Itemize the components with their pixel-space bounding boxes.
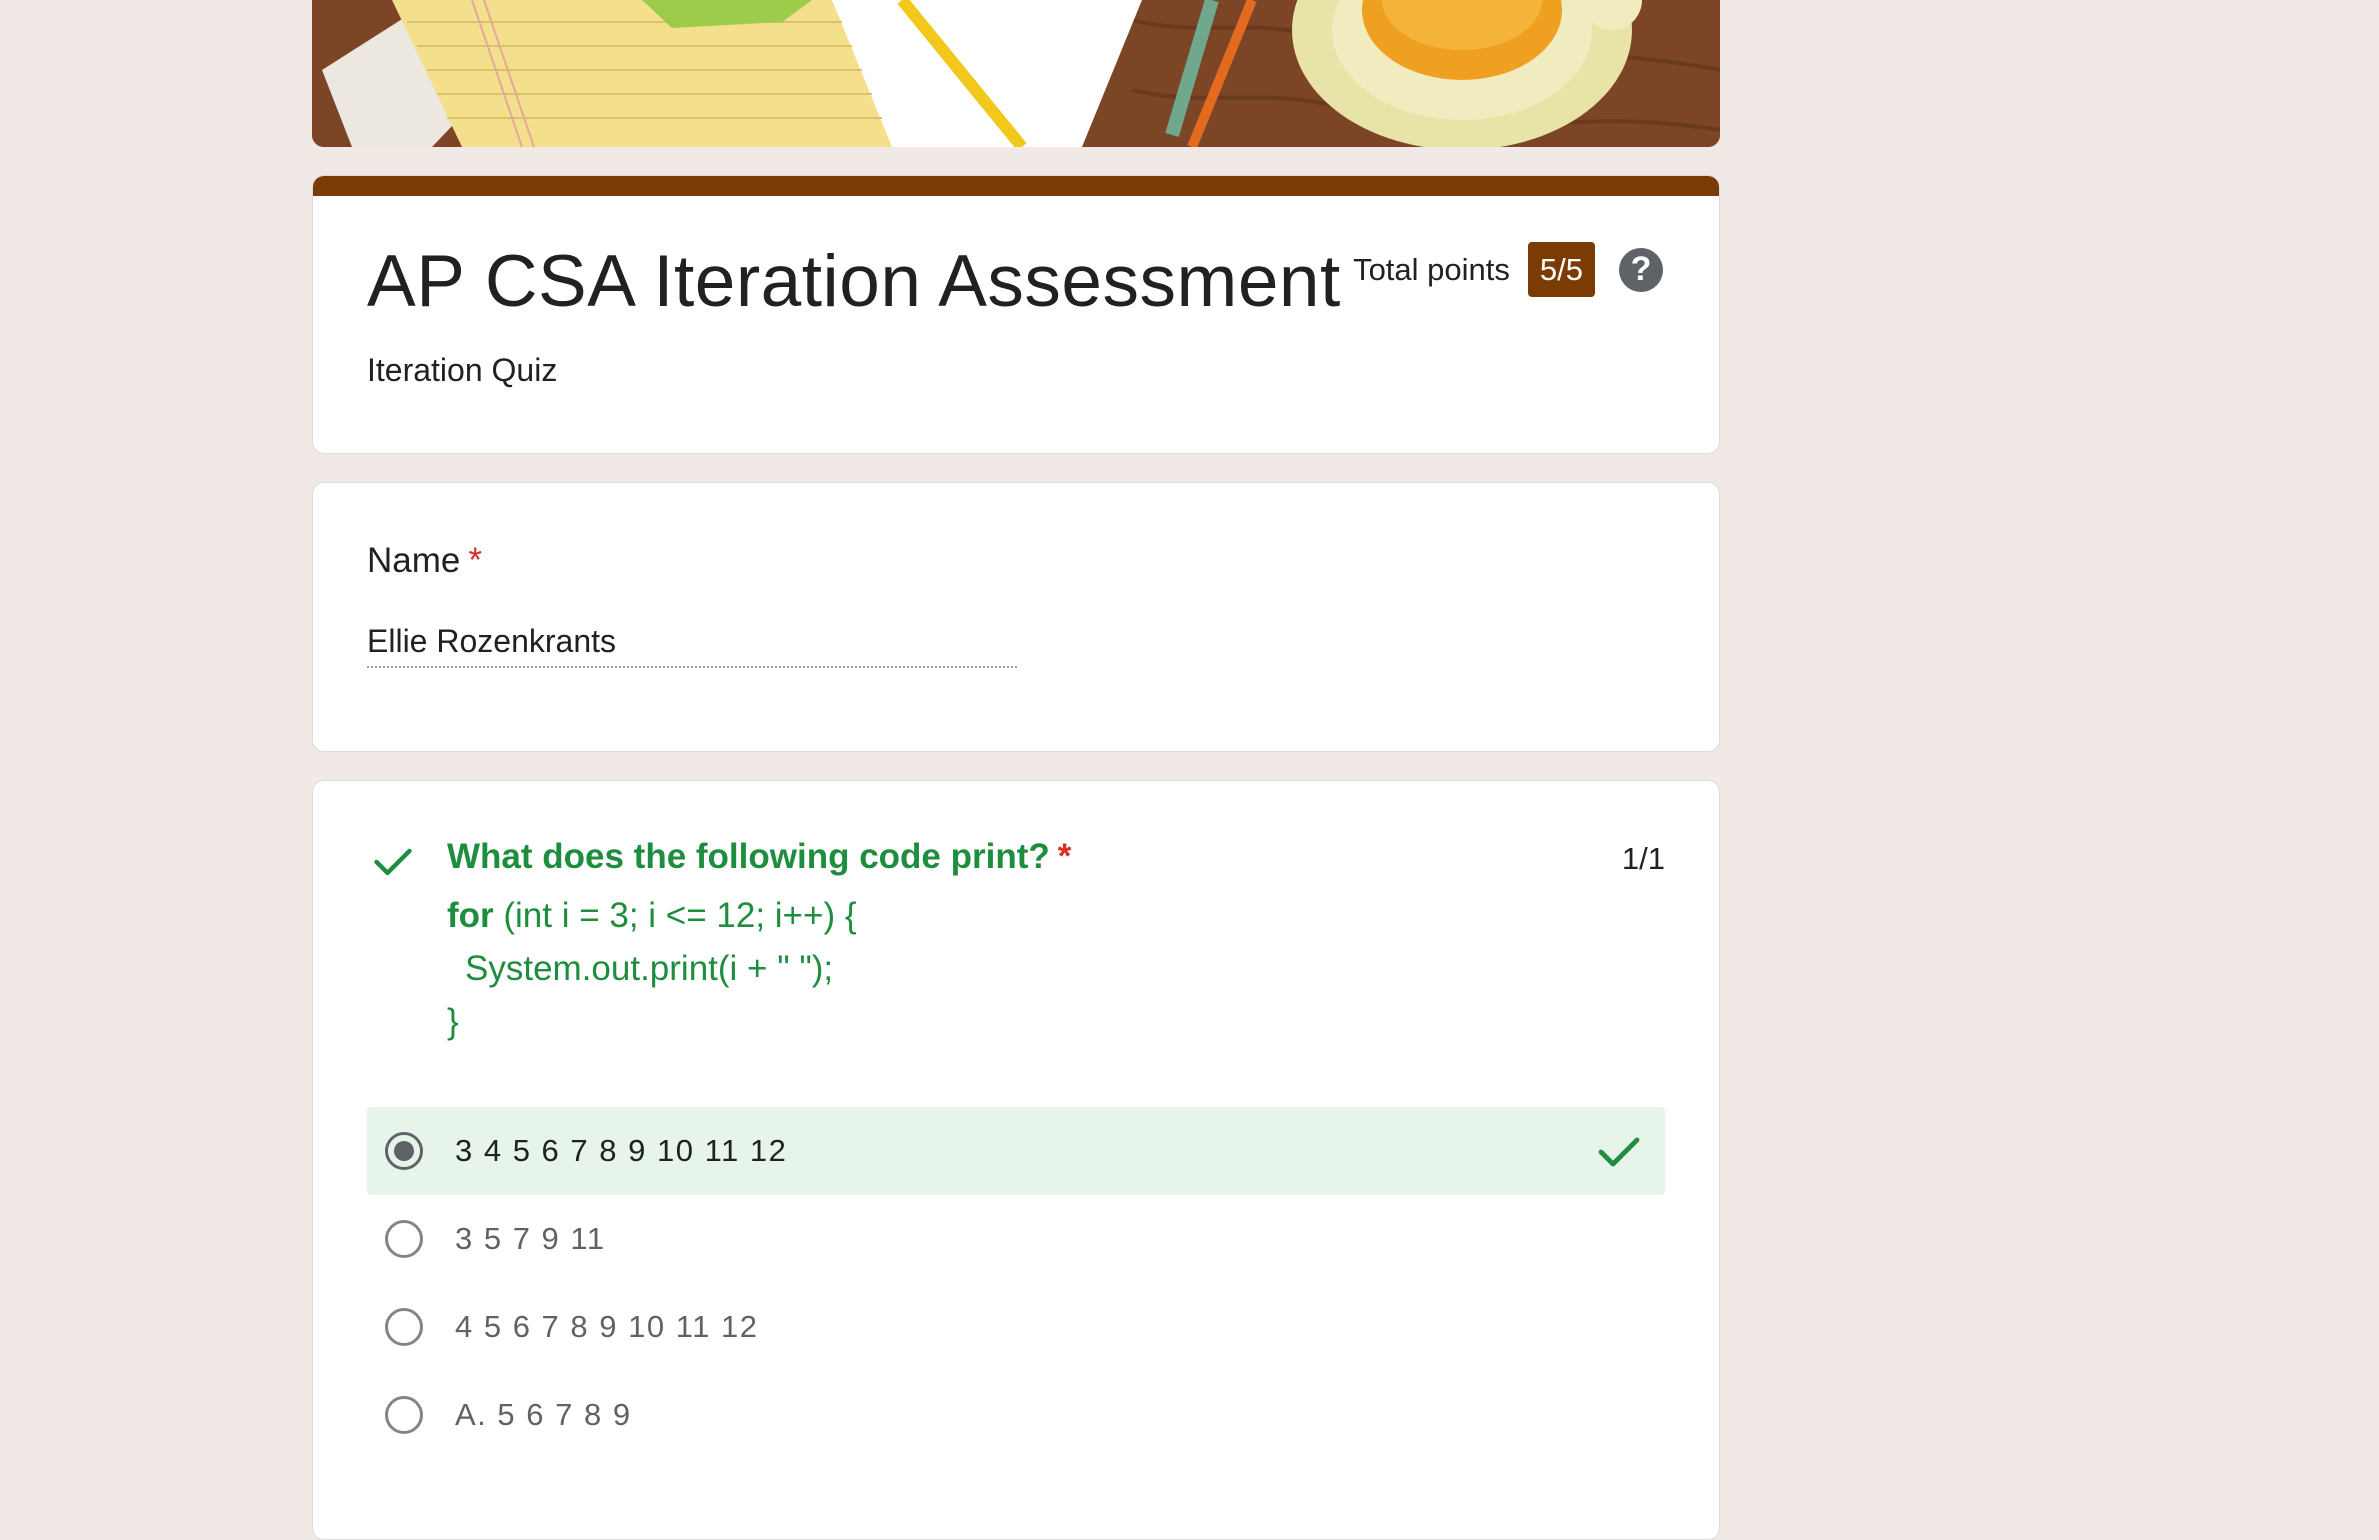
- name-question-card: Name * Ellie Rozenkrants: [312, 482, 1720, 752]
- question-card-1: What does the following code print? * 1/1…: [312, 780, 1720, 1540]
- question-score: 1/1: [1621, 841, 1665, 876]
- option-label: 3 5 7 9 11: [455, 1221, 606, 1256]
- radio-dot: [394, 1141, 414, 1161]
- correct-check-icon: [1598, 1137, 1640, 1167]
- required-asterisk: *: [1057, 837, 1072, 876]
- code-line-2: System.out.print(i + " ");: [465, 949, 834, 988]
- answer-option-4[interactable]: A. 5 6 7 8 9: [367, 1371, 1665, 1459]
- total-points: Total points 5/5 ?: [1353, 242, 1663, 297]
- radio-button-selected[interactable]: [385, 1132, 423, 1170]
- name-question-label: Name *: [367, 541, 482, 581]
- question-title-text: What does the following code print?: [447, 837, 1050, 876]
- radio-button[interactable]: [385, 1396, 423, 1434]
- option-label: A. 5 6 7 8 9: [455, 1397, 632, 1432]
- form-title: AP CSA Iteration Assessment: [367, 241, 1341, 322]
- answer-option-1[interactable]: 3 4 5 6 7 8 9 10 11 12: [367, 1107, 1665, 1195]
- total-points-label: Total points: [1353, 251, 1510, 287]
- header-banner-image: [312, 0, 1720, 147]
- question-code-block: for (int i = 3; i <= 12; i++) { System.o…: [447, 889, 857, 1048]
- form-title-card: AP CSA Iteration Assessment Total points…: [312, 175, 1720, 454]
- form-description: Iteration Quiz: [367, 352, 558, 388]
- radio-button[interactable]: [385, 1220, 423, 1258]
- form-container: AP CSA Iteration Assessment Total points…: [312, 0, 1720, 1540]
- question-title: What does the following code print? *: [447, 837, 1071, 877]
- help-circle-icon[interactable]: ?: [1619, 247, 1663, 292]
- answer-option-3[interactable]: 4 5 6 7 8 9 10 11 12: [367, 1283, 1665, 1371]
- name-answer-field: Ellie Rozenkrants: [367, 623, 1017, 668]
- desk-illustration-icon: [312, 0, 1720, 147]
- code-line-1: for (int i = 3; i <= 12; i++) {: [447, 889, 857, 942]
- theme-color-bar: [313, 176, 1719, 196]
- code-line-1-rest: (int i = 3; i <= 12; i++) {: [493, 896, 857, 935]
- required-asterisk: *: [468, 541, 482, 580]
- option-label: 4 5 6 7 8 9 10 11 12: [455, 1309, 759, 1344]
- total-points-badge: 5/5: [1527, 242, 1595, 297]
- name-question-text: Name: [367, 541, 461, 580]
- check-icon: [374, 848, 412, 876]
- radio-button[interactable]: [385, 1308, 423, 1346]
- code-keyword: for: [447, 896, 494, 935]
- code-line-3: }: [447, 1002, 459, 1041]
- answer-options: 3 4 5 6 7 8 9 10 11 12 3 5 7 9 11 4 5 6 …: [367, 1107, 1665, 1459]
- option-label: 3 4 5 6 7 8 9 10 11 12: [455, 1133, 788, 1168]
- answer-option-2[interactable]: 3 5 7 9 11: [367, 1195, 1665, 1283]
